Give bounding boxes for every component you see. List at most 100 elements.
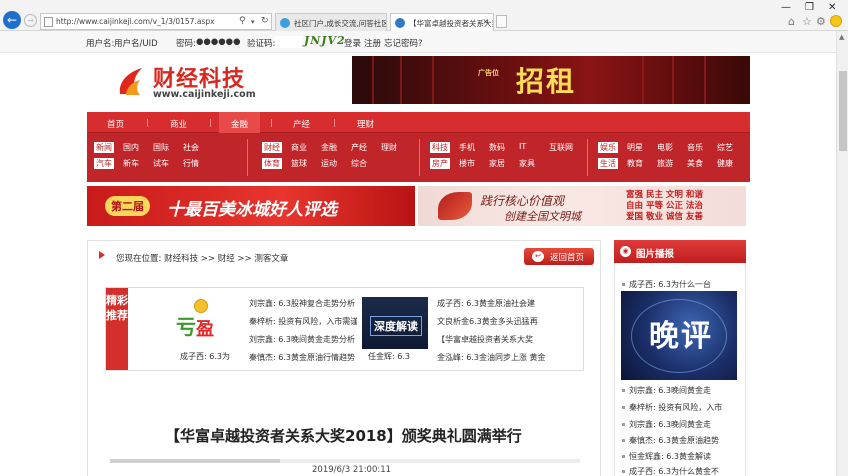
nav-link[interactable]: 家居 xyxy=(489,158,505,169)
register-link[interactable]: 注册 xyxy=(364,37,381,49)
coin-icon xyxy=(194,299,208,313)
sidebar-list-item[interactable]: 成子西: 6.3为什么黄金不 xyxy=(622,466,719,476)
ie-favicon-icon xyxy=(395,18,405,28)
sidebar-list-item[interactable]: 刘宗鑫: 6.3晚间黄金走 xyxy=(622,385,711,396)
close-window-icon[interactable]: ✕ xyxy=(828,2,836,13)
nav-item-industry[interactable]: 产经 xyxy=(293,118,310,130)
nav-link[interactable]: 旅游 xyxy=(657,158,673,169)
sidebar-photo-caption[interactable]: 成子西: 6.3为什么一台 xyxy=(622,279,711,290)
nav-link[interactable]: 互联网 xyxy=(549,142,573,153)
nav-tag-entertainment[interactable]: 娱乐 xyxy=(598,142,618,153)
featured-link[interactable]: 刘宗鑫: 6.3晚间黄金走势分析 xyxy=(249,334,357,345)
home-icon[interactable]: ⌂ xyxy=(788,15,795,28)
forgot-password-link[interactable]: 忘记密码? xyxy=(384,37,423,49)
sidebar-list-item[interactable]: 秦慎杰: 6.3黄金原油趋势 xyxy=(622,435,719,446)
thumbnail-caption[interactable]: 成子西: 6.3为 xyxy=(180,351,230,362)
nav-link[interactable]: 行情 xyxy=(183,158,199,169)
nav-tag-realestate[interactable]: 房产 xyxy=(430,158,450,169)
scrollbar-thumb[interactable] xyxy=(839,71,847,151)
dropdown-icon[interactable]: ▾ xyxy=(251,18,255,26)
breadcrumb-path[interactable]: 财经科技 >> 财经 >> 测客文章 xyxy=(164,254,288,264)
nav-link[interactable]: 音乐 xyxy=(687,142,703,153)
civilization-banner[interactable]: 践行核心价值观 创建全国文明城 富强 民主 文明 和谐 自由 平等 公正 法治 … xyxy=(418,186,746,226)
address-bar[interactable]: http://www.caijinkeji.com/v_1/3/0157.asp… xyxy=(40,13,272,30)
nav-link[interactable]: 综合 xyxy=(351,158,367,169)
nav-link[interactable]: 健康 xyxy=(717,158,733,169)
nav-link[interactable]: 楼市 xyxy=(459,158,475,169)
nav-item-home[interactable]: 首页 xyxy=(107,118,124,130)
password-input[interactable]: ●●●●●● xyxy=(196,37,241,47)
gold-profit-thumbnail[interactable]: 亏盈 xyxy=(172,293,234,345)
back-arrow-icon[interactable]: ← xyxy=(3,11,21,29)
browser-tab-2[interactable]: 【华富卓越投资者关系大奖... × xyxy=(390,13,494,31)
featured-link[interactable]: 金泓峰: 6.3金油同步上涨 黄金 xyxy=(437,352,547,363)
new-tab-button[interactable] xyxy=(496,15,507,28)
minimize-icon[interactable]: — xyxy=(781,2,791,13)
captcha-image[interactable]: JNJV2 xyxy=(304,34,346,47)
nav-link[interactable]: 金融 xyxy=(321,142,337,153)
nav-link[interactable]: 试车 xyxy=(153,158,169,169)
featured-link[interactable]: 【华富卓越投资者关系大奖 xyxy=(437,334,547,345)
captcha-input[interactable] xyxy=(275,36,303,48)
featured-link[interactable]: 秦慎杰: 6.3黄金原油行情趋势 xyxy=(249,352,357,363)
featured-link[interactable]: 刘宗鑫: 6.3股神复合走势分析 xyxy=(249,298,357,309)
sidebar-list-item[interactable]: 恒金辉鑫: 6.3黄金解读 xyxy=(622,451,711,462)
nav-link[interactable]: 国际 xyxy=(153,142,169,153)
thumbnail-caption[interactable]: 任金辉: 6.3 xyxy=(368,351,410,362)
refresh-icon[interactable]: ↻ xyxy=(261,16,269,26)
featured-link[interactable]: 成子西: 6.3黄金原油社会建 xyxy=(437,298,547,309)
tab-close-icon[interactable]: × xyxy=(482,17,489,26)
nav-link[interactable]: 产经 xyxy=(351,142,367,153)
nav-tag-finance[interactable]: 财经 xyxy=(262,142,282,153)
nav-link[interactable]: 电影 xyxy=(657,142,673,153)
logo-flame-icon[interactable] xyxy=(116,64,148,98)
nav-link[interactable]: 美食 xyxy=(687,158,703,169)
nav-link[interactable]: 社会 xyxy=(183,142,199,153)
nav-link[interactable]: 商业 xyxy=(291,142,307,153)
nav-link[interactable]: 综艺 xyxy=(717,142,733,153)
nav-link[interactable]: 篮球 xyxy=(291,158,307,169)
back-to-home-button[interactable]: ↩ 返回首页 xyxy=(524,248,594,265)
nav-tag-news[interactable]: 新闻 xyxy=(94,142,114,153)
nav-tag-tech[interactable]: 科技 xyxy=(430,142,450,153)
deep-analysis-thumbnail[interactable]: 深度解读 xyxy=(362,297,428,349)
address-url[interactable]: http://www.caijinkeji.com/v_1/3/0157.asp… xyxy=(56,17,215,26)
core-values-grid: 富强 民主 文明 和谐 自由 平等 公正 法治 爱国 敬业 诚信 友善 xyxy=(626,190,703,222)
nav-link[interactable]: 手机 xyxy=(459,142,475,153)
nav-item-business[interactable]: 商业 xyxy=(170,118,187,130)
nav-link[interactable]: 国内 xyxy=(123,142,139,153)
settings-gear-icon[interactable]: ⚙ xyxy=(816,15,826,28)
search-icon[interactable]: ⚲ xyxy=(239,16,246,26)
browser-tab-1[interactable]: 社区门户,成长交流,问答社区 xyxy=(275,13,387,31)
nav-link[interactable]: IT xyxy=(519,142,526,151)
scroll-up-icon[interactable]: ▲ xyxy=(839,33,844,41)
ad-banner[interactable]: 广告位 招租 xyxy=(352,56,750,104)
nav-link[interactable]: 家具 xyxy=(519,158,535,169)
nav-tag-life[interactable]: 生活 xyxy=(598,158,618,169)
nav-link[interactable]: 数码 xyxy=(489,142,505,153)
nav-link[interactable]: 新车 xyxy=(123,158,139,169)
nav-link[interactable]: 明星 xyxy=(627,142,643,153)
sidebar-list-item[interactable]: 刘宗鑫: 6.3晚间黄金走 xyxy=(622,419,711,430)
nav-link[interactable]: 运动 xyxy=(321,158,337,169)
good-people-banner[interactable]: 第二届 十最百美冰城好人评选 xyxy=(87,186,415,226)
vertical-scrollbar[interactable]: ▲ xyxy=(836,31,848,476)
forward-arrow-icon[interactable]: → xyxy=(24,14,37,27)
sidebar-list-item[interactable]: 秦梓析: 投资有风险，入市 xyxy=(622,402,722,413)
favorites-star-icon[interactable]: ☆ xyxy=(802,15,812,28)
sidebar-title: 图片播报 xyxy=(636,249,675,260)
site-logo-url[interactable]: www.caijinkeji.com xyxy=(153,89,256,100)
evening-review-photo[interactable]: 晚评 xyxy=(621,291,737,380)
featured-link[interactable]: 秦梓析: 投资有风险，入市需谨 xyxy=(249,316,357,327)
login-link[interactable]: 登录 xyxy=(344,37,361,49)
nav-item-finance[interactable]: 金融 xyxy=(219,112,261,133)
featured-link[interactable]: 文良析金6.3黄金多头迅猛再 xyxy=(437,316,547,327)
nav-tag-auto[interactable]: 汽车 xyxy=(94,158,114,169)
maximize-icon[interactable]: ❐ xyxy=(805,2,814,13)
nav-link[interactable]: 理财 xyxy=(381,142,397,153)
nav-tag-sports[interactable]: 体育 xyxy=(262,158,282,169)
username-input[interactable]: 用户名/UID xyxy=(114,37,158,49)
nav-item-wealth[interactable]: 理财 xyxy=(357,118,374,130)
feedback-smiley-icon[interactable] xyxy=(830,15,842,27)
nav-link[interactable]: 教育 xyxy=(627,158,643,169)
